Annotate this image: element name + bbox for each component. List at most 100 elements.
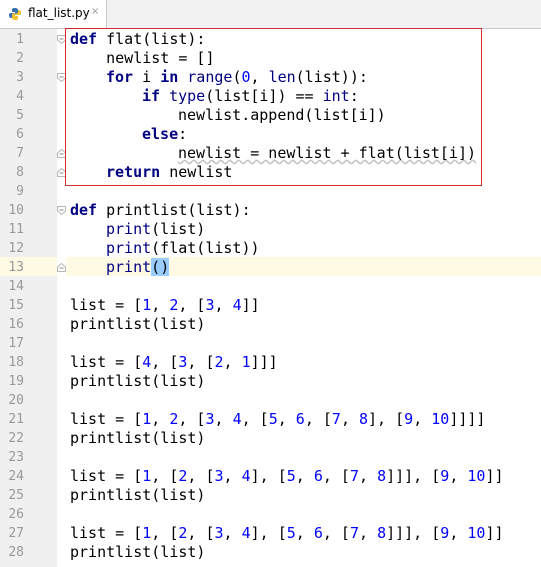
line-number: 2 — [16, 51, 24, 66]
code-text: ]] — [485, 524, 504, 542]
code-text: , [ — [178, 410, 206, 428]
code-text: ], [ — [250, 524, 287, 542]
code-line[interactable]: printlist(list) — [70, 429, 205, 448]
code-text: , [ — [151, 353, 179, 371]
code-text: , [ — [187, 353, 215, 371]
python-file-icon — [9, 8, 21, 20]
line-number: 16 — [8, 317, 24, 332]
code-text: , — [223, 353, 242, 371]
number-literal: 2 — [214, 353, 224, 371]
code-text: , — [359, 524, 378, 542]
number-literal: 4 — [142, 353, 152, 371]
line-number: 24 — [8, 469, 24, 484]
number-literal: 8 — [377, 467, 387, 485]
number-literal: 10 — [467, 467, 486, 485]
line-number: 23 — [8, 450, 24, 465]
code-text: , [ — [151, 467, 179, 485]
paren-match: ( — [151, 258, 161, 276]
editor-tab-bar: flat_list.py × — [0, 0, 541, 29]
code-text: , — [295, 467, 314, 485]
line-number: 8 — [16, 165, 24, 180]
code-text: , — [359, 467, 378, 485]
code-text: ]] — [241, 296, 260, 314]
number-literal: 4 — [241, 524, 251, 542]
number-literal: 6 — [313, 524, 323, 542]
code-text: ]] — [485, 467, 504, 485]
code-text: , — [151, 410, 170, 428]
number-literal: 9 — [404, 410, 414, 428]
code-text: ]]], [ — [386, 524, 441, 542]
number-literal: 9 — [440, 467, 450, 485]
code-text: , [ — [151, 524, 179, 542]
code-text: , — [214, 410, 233, 428]
number-literal: 1 — [142, 524, 152, 542]
code-text: list = [ — [70, 353, 143, 371]
code-line[interactable]: list = [1, 2, [3, 4]] — [70, 296, 260, 315]
code-text: , — [295, 524, 314, 542]
code-text: , — [277, 410, 296, 428]
close-icon[interactable]: × — [91, 6, 99, 17]
code-line[interactable]: def printlist(list): — [70, 201, 251, 220]
tab-label: flat_list.py — [28, 6, 90, 20]
number-literal: 8 — [377, 524, 387, 542]
line-number: 4 — [16, 89, 24, 104]
number-literal: 10 — [467, 524, 486, 542]
code-text: list = [ — [70, 410, 143, 428]
code-line[interactable]: print(list) — [106, 220, 205, 239]
number-literal: 4 — [232, 296, 242, 314]
number-literal: 10 — [431, 410, 450, 428]
line-number: 28 — [8, 545, 24, 560]
number-literal: 6 — [295, 410, 305, 428]
code-line[interactable]: list = [1, [2, [3, 4], [5, 6, [7, 8]]], … — [70, 524, 504, 543]
number-literal: 3 — [205, 410, 215, 428]
tab-flat-list-py[interactable]: flat_list.py × — [0, 0, 107, 28]
number-literal: 1 — [142, 410, 152, 428]
line-number: 13 — [8, 260, 24, 275]
code-text: , — [449, 524, 468, 542]
code-line[interactable]: list = [1, 2, [3, 4, [5, 6, [7, 8], [9, … — [70, 410, 485, 429]
line-number: 21 — [8, 412, 24, 427]
code-line[interactable]: printlist(list) — [70, 372, 205, 391]
code-text: , — [413, 410, 432, 428]
fold-collapse-icon[interactable] — [57, 206, 66, 215]
line-number: 6 — [16, 127, 24, 142]
code-line[interactable]: print() — [106, 258, 170, 277]
number-literal: 5 — [286, 524, 296, 542]
paren-match: ) — [160, 258, 170, 276]
code-line[interactable]: list = [4, [3, [2, 1]]] — [70, 353, 278, 372]
line-number: 18 — [8, 355, 24, 370]
code-text: printlist(list) — [70, 543, 206, 561]
number-literal: 1 — [241, 353, 251, 371]
code-text: , — [214, 296, 233, 314]
code-text: , [ — [187, 524, 215, 542]
fold-end-icon[interactable] — [57, 263, 66, 272]
code-text: printlist(list) — [70, 315, 206, 333]
number-literal: 3 — [214, 467, 224, 485]
code-line[interactable]: print(flat(list)) — [106, 239, 260, 258]
number-literal: 5 — [286, 467, 296, 485]
code-text: ]]]] — [449, 410, 486, 428]
number-literal: 1 — [142, 296, 152, 314]
code-text: , [ — [241, 410, 269, 428]
code-line[interactable]: printlist(list) — [70, 486, 205, 505]
line-number: 7 — [16, 146, 24, 161]
number-literal: 9 — [440, 524, 450, 542]
code-line[interactable]: list = [1, [2, [3, 4], [5, 6, [7, 8]]], … — [70, 467, 504, 486]
line-number: 26 — [8, 507, 24, 522]
code-line[interactable]: printlist(list) — [70, 543, 205, 562]
line-number: 1 — [16, 32, 24, 47]
line-number: 19 — [8, 374, 24, 389]
line-number: 9 — [16, 184, 24, 199]
code-text: printlist(list) — [70, 486, 206, 504]
code-text: , — [223, 467, 242, 485]
code-text: , [ — [178, 296, 206, 314]
number-literal: 4 — [241, 467, 251, 485]
number-literal: 5 — [268, 410, 278, 428]
number-literal: 4 — [232, 410, 242, 428]
line-number: 3 — [16, 70, 24, 85]
annotation-box — [65, 28, 482, 186]
code-text: ]]], [ — [386, 467, 441, 485]
code-text: ], [ — [368, 410, 405, 428]
code-line[interactable]: printlist(list) — [70, 315, 205, 334]
code-text: printlist(list): — [97, 201, 251, 219]
